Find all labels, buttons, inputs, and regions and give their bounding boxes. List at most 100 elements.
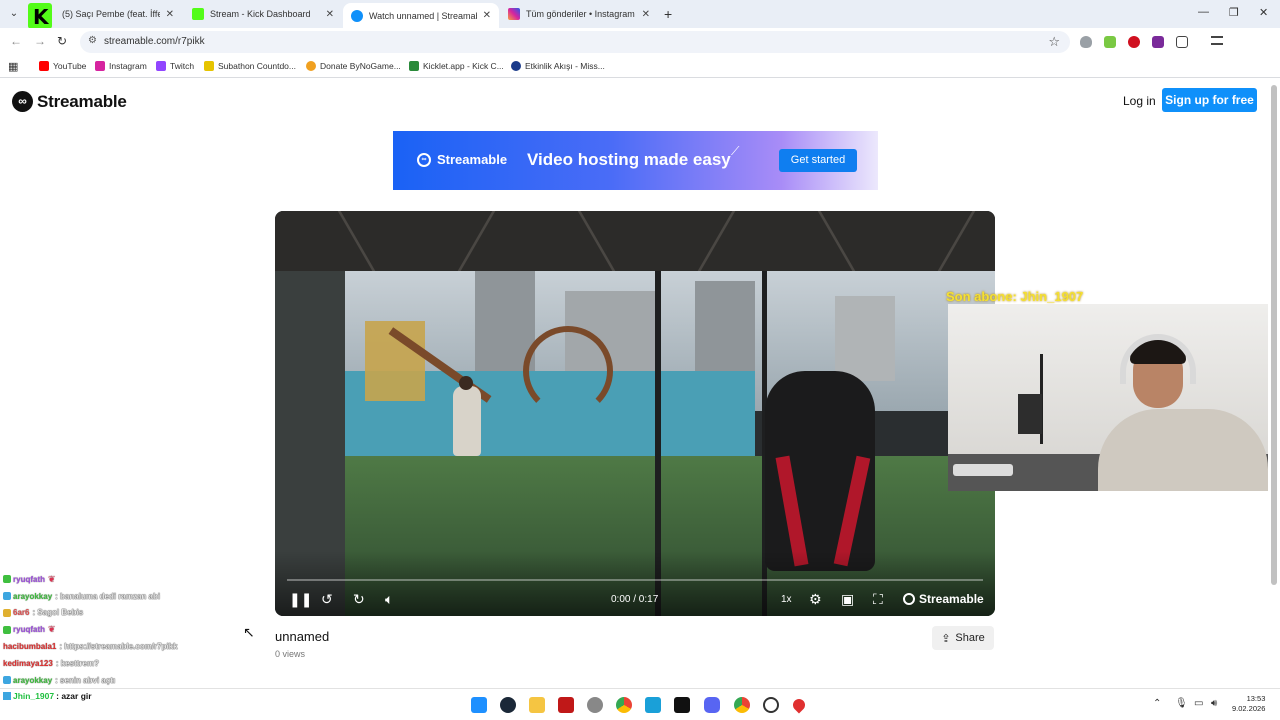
bookmark-star-icon[interactable]: ☆: [1048, 34, 1060, 50]
url-text[interactable]: streamable.com/r7pikk: [104, 36, 205, 47]
chrome-icon[interactable]: [734, 697, 750, 713]
subathon-icon: [204, 61, 214, 71]
forward-icon[interactable]: ↻: [353, 591, 365, 608]
apps-grid-icon[interactable]: ▦: [8, 60, 18, 73]
bookmark-subathon[interactable]: Subathon Countdo...: [204, 61, 296, 71]
close-icon[interactable]: ✕: [166, 9, 174, 20]
chat-user: arayokkay: [13, 675, 53, 685]
video-frame: [453, 386, 481, 456]
kick-logo-icon: K: [28, 3, 52, 29]
chat-user: hacibumbala1: [3, 642, 57, 652]
tab-search-icon[interactable]: ⌄: [6, 6, 22, 22]
chat-user: arayokkay: [13, 591, 53, 601]
kicklet-icon: [409, 61, 419, 71]
streamable-logo-icon: ∞: [12, 91, 33, 112]
bookmark-donate[interactable]: Donate ByNoGame...: [306, 61, 401, 71]
sub-badge-icon: [3, 608, 11, 617]
new-tab-button[interactable]: +: [664, 6, 672, 22]
pause-icon[interactable]: ❚❚: [289, 591, 312, 608]
volume-icon[interactable]: 🔈︎: [385, 591, 393, 608]
share-label: Share: [955, 632, 985, 644]
bookmark-label: Donate ByNoGame...: [320, 61, 401, 71]
settings-gear-icon[interactable]: ⚙: [809, 591, 822, 608]
player-brand-label: Streamable: [919, 592, 984, 606]
microphone-icon[interactable]: 🎙︎: [1175, 698, 1188, 709]
obs-app-icon[interactable]: [558, 697, 574, 713]
tab-youtube[interactable]: (5) Saçı Pembe (feat. İffetsiz Um... ✕: [54, 3, 182, 25]
window-close-icon[interactable]: ✕: [1259, 6, 1268, 19]
subscriber-alert: Son abone: Jhin_1907: [946, 289, 1084, 304]
playback-speed-button[interactable]: 1x: [781, 594, 792, 605]
streamable-icon: [903, 593, 915, 605]
page-scrollbar[interactable]: [1271, 85, 1277, 585]
kick-icon: [192, 8, 204, 20]
bookmark-youtube[interactable]: YouTube: [39, 61, 86, 71]
browser-toolbar: ← → ↻ ⚙ streamable.com/r7pikk ☆ A ⋮: [0, 28, 1280, 77]
extensions-puzzle-icon[interactable]: [1176, 36, 1188, 48]
rewind-icon[interactable]: ↺: [321, 591, 333, 608]
start-windows-icon[interactable]: [471, 697, 487, 713]
app-icon[interactable]: [763, 697, 779, 713]
chat-user: 6ar6: [13, 608, 30, 618]
reading-list-icon[interactable]: [1211, 36, 1223, 45]
app-icon[interactable]: [587, 697, 603, 713]
sub-badge-icon: [3, 692, 11, 700]
discord-icon[interactable]: [704, 697, 720, 713]
bookmark-label: Twitch: [170, 61, 195, 71]
video-progress-bar[interactable]: [287, 579, 983, 581]
bookmark-etkinlik[interactable]: Etkinlik Akışı - Miss...: [511, 61, 605, 71]
chrome-icon[interactable]: [616, 697, 632, 713]
tab-streamable[interactable]: Watch unnamed | Streamab... ✕: [343, 3, 499, 28]
share-button[interactable]: ⇪ Share: [932, 626, 994, 650]
picture-in-picture-icon[interactable]: ▣: [841, 591, 854, 608]
steam-icon[interactable]: [500, 697, 516, 713]
shield-extension-icon[interactable]: [1080, 36, 1092, 48]
app-icon[interactable]: [674, 697, 690, 713]
login-link[interactable]: Log in: [1123, 94, 1156, 108]
fullscreen-icon[interactable]: ⛶: [873, 591, 883, 608]
ad-banner[interactable]: ∞ Streamable Video hosting made easy ⟋ G…: [393, 131, 878, 190]
bookmark-kicklet[interactable]: Kicklet.app - Kick C...: [409, 61, 504, 71]
site-info-icon[interactable]: ⚙: [88, 35, 97, 46]
chat-user: ryuqfath: [13, 574, 45, 584]
forward-icon[interactable]: →: [34, 34, 46, 48]
volume-icon[interactable]: 🔊︎: [1211, 698, 1217, 709]
minimize-icon[interactable]: —: [1198, 6, 1209, 18]
display-icon[interactable]: ▭: [1194, 698, 1203, 709]
tab-title: Stream - Kick Dashboard: [210, 9, 311, 19]
app-icon[interactable]: [645, 697, 661, 713]
battery-extension-icon[interactable]: [1104, 36, 1116, 48]
chat-user: Jhin_1907: [13, 691, 55, 701]
address-bar[interactable]: ⚙ streamable.com/r7pikk ☆: [80, 31, 1070, 53]
restore-icon[interactable]: ❐: [1229, 6, 1239, 19]
webcam-frame: [1098, 409, 1268, 491]
close-icon[interactable]: ✕: [642, 9, 650, 20]
emote-icon: ❦: [48, 573, 56, 584]
signup-button[interactable]: Sign up for free: [1162, 88, 1257, 112]
player-brand[interactable]: Streamable: [903, 592, 984, 606]
streamable-logo[interactable]: ∞ Streamable: [12, 91, 127, 112]
sub-badge-icon: [3, 676, 11, 685]
bookmark-twitch[interactable]: Twitch: [156, 61, 194, 71]
webcam-frame: [953, 464, 1013, 476]
bookmark-instagram[interactable]: Instagram: [95, 61, 147, 71]
tray-chevron-icon[interactable]: ⌃: [1153, 698, 1161, 709]
get-started-button[interactable]: Get started: [779, 149, 857, 172]
app-icon[interactable]: [790, 696, 808, 714]
webcam-overlay: [948, 304, 1268, 491]
back-icon[interactable]: ←: [10, 34, 22, 48]
tab-title: Tüm gönderiler • Instagram: [526, 9, 635, 19]
chat-text: : senin abvi açtı: [55, 675, 116, 685]
close-icon[interactable]: ✕: [326, 9, 334, 20]
file-explorer-icon[interactable]: [529, 697, 545, 713]
purple-extension-icon[interactable]: [1152, 36, 1164, 48]
banner-logo: ∞ Streamable: [417, 152, 507, 167]
opera-extension-icon[interactable]: [1128, 36, 1140, 48]
reload-icon[interactable]: ↻: [57, 34, 67, 48]
taskbar-clock[interactable]: 13:53 9.02.2026: [1232, 694, 1265, 714]
close-icon[interactable]: ✕: [483, 10, 491, 21]
chat-user: kedimaya123: [3, 658, 53, 668]
tab-kick-dashboard[interactable]: Stream - Kick Dashboard ✕: [184, 3, 342, 25]
tab-instagram[interactable]: Tüm gönderiler • Instagram ✕: [500, 3, 658, 25]
video-player[interactable]: ❚❚ ↺ ↻ 🔈︎ 0:00 / 0:17 1x ⚙ ▣ ⛶ Streamabl…: [275, 211, 995, 616]
